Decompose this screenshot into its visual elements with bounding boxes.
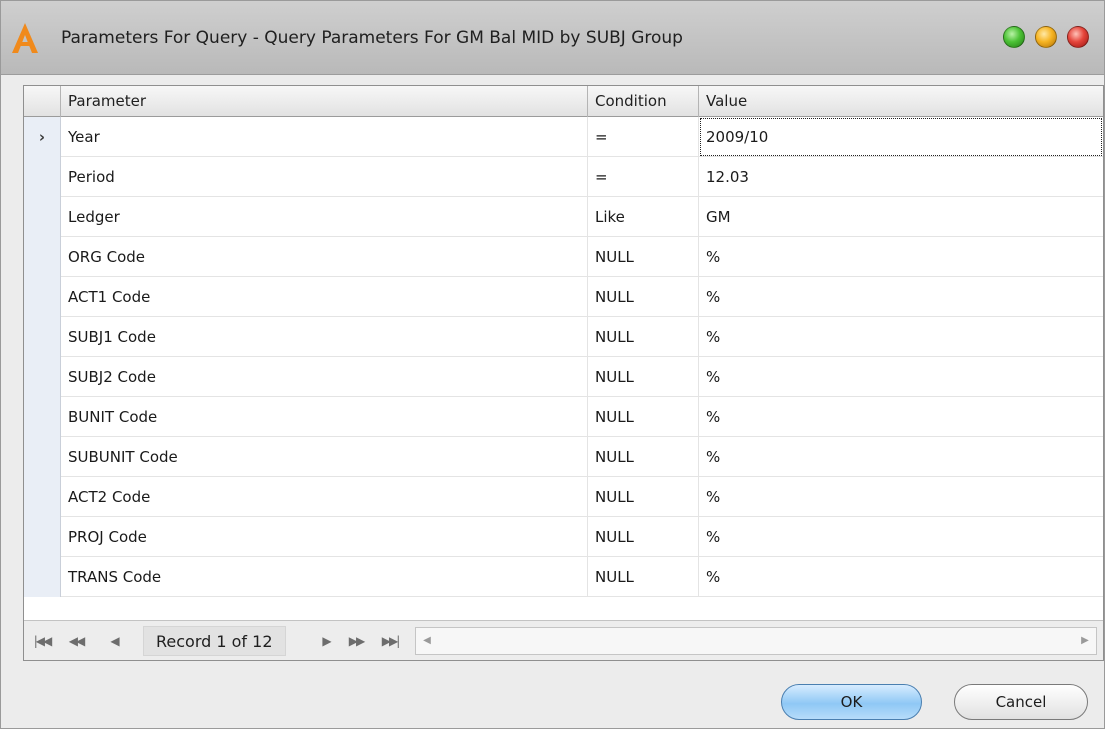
column-header-condition[interactable]: Condition [588, 86, 699, 117]
parameters-grid: Parameter Condition Value › Year = 2009/10 P… [23, 85, 1104, 661]
maximize-button[interactable] [1003, 26, 1025, 48]
condition-cell[interactable]: NULL [588, 437, 699, 477]
app-logo-icon [12, 23, 38, 53]
condition-cell[interactable]: = [588, 157, 699, 197]
table-row[interactable]: ORG Code NULL% [24, 237, 1103, 277]
row-selector-header [24, 86, 61, 117]
value-cell[interactable]: 2009/10 [699, 117, 1103, 157]
condition-cell[interactable]: NULL [588, 317, 699, 357]
condition-cell[interactable]: = [588, 117, 699, 157]
table-row[interactable]: BUNIT Code NULL% [24, 397, 1103, 437]
ok-button[interactable]: OK [781, 684, 922, 720]
table-row[interactable]: ACT1 Code NULL% [24, 277, 1103, 317]
prev-record-icon[interactable]: ◀ [102, 621, 126, 661]
row-selector[interactable] [24, 197, 61, 237]
parameter-cell: Year [61, 117, 588, 157]
parameter-cell: TRANS Code [61, 557, 588, 597]
parameter-cell: ACT1 Code [61, 277, 588, 317]
value-cell[interactable]: % [699, 317, 1103, 357]
close-button[interactable] [1067, 26, 1089, 48]
condition-cell[interactable]: NULL [588, 477, 699, 517]
table-row[interactable]: PROJ Code NULL% [24, 517, 1103, 557]
value-cell[interactable]: 12.03 [699, 157, 1103, 197]
parameter-cell: Period [61, 157, 588, 197]
parameter-cell: ACT2 Code [61, 477, 588, 517]
query-parameters-dialog: Parameters For Query - Query Parameters … [0, 0, 1105, 729]
table-row[interactable]: SUBUNIT Code NULL% [24, 437, 1103, 477]
table-row[interactable]: › Year = 2009/10 [24, 117, 1103, 157]
column-header-value[interactable]: Value [699, 86, 1103, 117]
next-record-icon[interactable]: ▶ [314, 621, 338, 661]
value-cell[interactable]: % [699, 477, 1103, 517]
table-row[interactable]: Period = 12.03 [24, 157, 1103, 197]
scroll-right-icon[interactable]: ▶ [1076, 628, 1094, 654]
parameter-cell: BUNIT Code [61, 397, 588, 437]
condition-cell[interactable]: NULL [588, 277, 699, 317]
row-selector[interactable] [24, 397, 61, 437]
value-cell[interactable]: % [699, 237, 1103, 277]
row-selector[interactable] [24, 557, 61, 597]
grid-header: Parameter Condition Value [24, 86, 1103, 117]
table-row[interactable]: SUBJ2 Code NULL% [24, 357, 1103, 397]
condition-cell[interactable]: NULL [588, 357, 699, 397]
parameter-cell: SUBJ1 Code [61, 317, 588, 357]
row-selector[interactable] [24, 317, 61, 357]
parameter-cell: SUBUNIT Code [61, 437, 588, 477]
condition-cell[interactable]: NULL [588, 237, 699, 277]
value-cell[interactable]: % [699, 397, 1103, 437]
value-cell[interactable]: % [699, 357, 1103, 397]
parameter-cell: ORG Code [61, 237, 588, 277]
table-row[interactable]: ACT2 Code NULL% [24, 477, 1103, 517]
parameter-cell: Ledger [61, 197, 588, 237]
scroll-left-icon[interactable]: ◀ [418, 628, 436, 654]
cancel-button[interactable]: Cancel [954, 684, 1088, 720]
current-row-indicator-icon: › [38, 128, 46, 146]
title-bar[interactable]: Parameters For Query - Query Parameters … [1, 1, 1104, 75]
minimize-button[interactable] [1035, 26, 1057, 48]
window-title: Parameters For Query - Query Parameters … [61, 28, 683, 48]
column-header-parameter[interactable]: Parameter [61, 86, 588, 117]
record-counter: Record 1 of 12 [143, 626, 286, 656]
row-selector[interactable] [24, 157, 61, 197]
row-selector[interactable] [24, 477, 61, 517]
condition-cell[interactable]: NULL [588, 517, 699, 557]
row-selector[interactable] [24, 517, 61, 557]
row-selector[interactable]: › [24, 117, 61, 157]
value-cell[interactable]: % [699, 277, 1103, 317]
parameter-cell: SUBJ2 Code [61, 357, 588, 397]
value-cell[interactable]: % [699, 437, 1103, 477]
record-navigator: |◀◀ ◀◀ ◀ Record 1 of 12 ▶ ▶▶ ▶▶| ◀ ▶ [24, 620, 1103, 660]
last-record-icon[interactable]: ▶▶| [378, 621, 402, 661]
row-selector[interactable] [24, 277, 61, 317]
table-row[interactable]: TRANS Code NULL% [24, 557, 1103, 597]
horizontal-scrollbar[interactable]: ◀ ▶ [415, 627, 1097, 655]
value-cell[interactable]: % [699, 517, 1103, 557]
parameter-cell: PROJ Code [61, 517, 588, 557]
table-row[interactable]: Ledger Like GM [24, 197, 1103, 237]
value-cell[interactable]: % [699, 557, 1103, 597]
condition-cell[interactable]: NULL [588, 557, 699, 597]
row-selector[interactable] [24, 437, 61, 477]
first-record-icon[interactable]: |◀◀ [30, 621, 54, 661]
row-selector[interactable] [24, 357, 61, 397]
condition-cell[interactable]: NULL [588, 397, 699, 437]
condition-cell[interactable]: Like [588, 197, 699, 237]
prev-page-icon[interactable]: ◀◀ [64, 621, 88, 661]
table-row[interactable]: SUBJ1 Code NULL% [24, 317, 1103, 357]
row-selector[interactable] [24, 237, 61, 277]
next-page-icon[interactable]: ▶▶ [344, 621, 368, 661]
value-cell[interactable]: GM [699, 197, 1103, 237]
